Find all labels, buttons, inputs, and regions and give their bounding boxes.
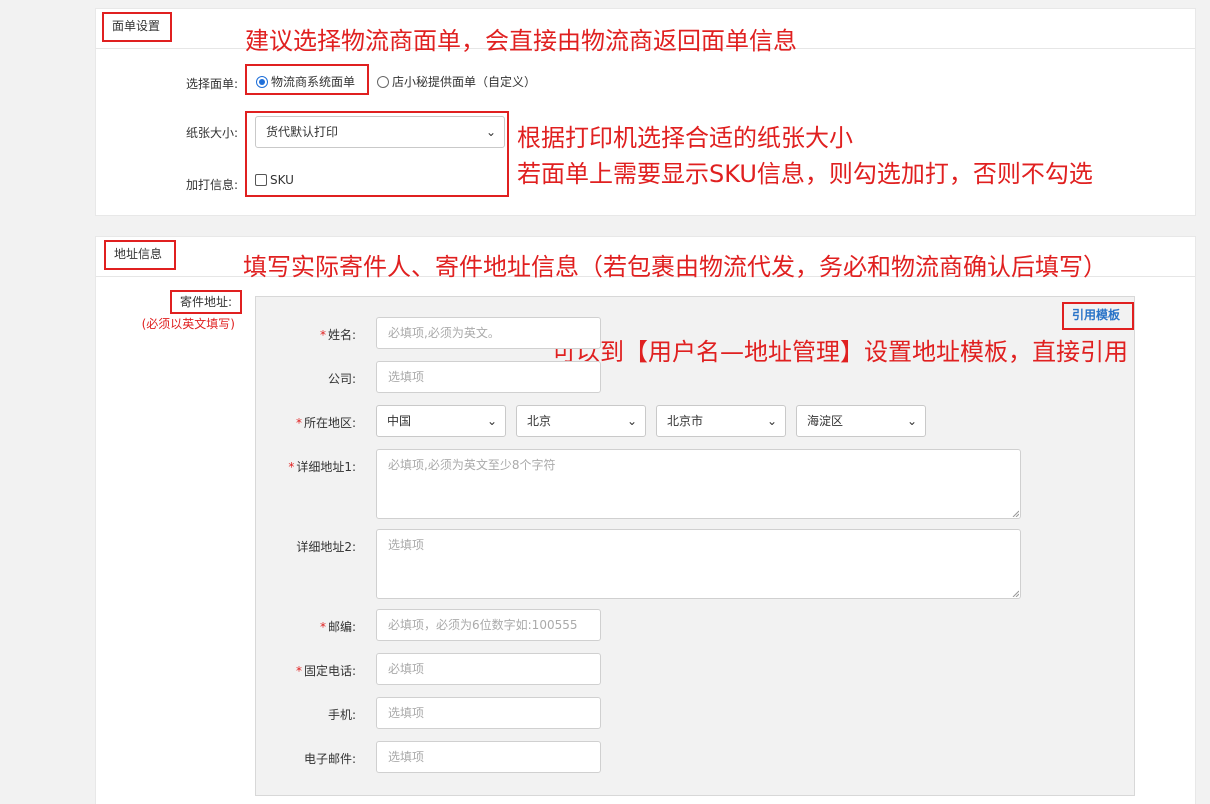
address-section-title: 地址信息 <box>104 240 176 270</box>
dianxiaomi-waybill-label: 店小秘提供面单（自定义） <box>392 75 537 89</box>
checkbox-icon[interactable] <box>255 174 267 186</box>
carrier-waybill-label: 物流商系统面单 <box>271 75 356 89</box>
region-label: * 所在地区: <box>295 416 356 430</box>
chevron-down-icon: ⌄ <box>906 414 917 428</box>
carrier-waybill-radio[interactable]: 物流商系统面单 <box>256 73 355 90</box>
district-value: 海淀区 <box>807 414 844 428</box>
waybill-section-title: 面单设置 <box>102 12 172 42</box>
paper-size-value: 货代默认打印 <box>266 125 339 139</box>
phone-label-text: 固定电话: <box>303 664 356 678</box>
sku-checkbox-label: SKU <box>270 173 294 187</box>
name-label: * 姓名: <box>319 328 356 342</box>
address1-textarea[interactable]: 必填项,必须为英文至少8个字符 <box>376 449 1021 519</box>
country-select[interactable]: 中国 ⌄ <box>376 405 506 437</box>
address2-placeholder: 选填项 <box>388 538 425 552</box>
paper-size-select[interactable]: 货代默认打印 ⌄ <box>255 116 505 148</box>
mobile-input[interactable]: 选填项 <box>376 697 601 729</box>
sender-english-note: (必须以英文填写) <box>141 317 235 331</box>
resize-handle-icon[interactable] <box>1011 589 1019 597</box>
address2-textarea[interactable]: 选填项 <box>376 529 1021 599</box>
annotation-select-waybill: 建议选择物流商面单，会直接由物流商返回面单信息 <box>245 27 797 55</box>
paper-size-label: 纸张大小: <box>185 126 238 140</box>
chevron-down-icon: ⌄ <box>626 414 637 428</box>
mobile-label: 手机: <box>327 708 356 722</box>
country-value: 中国 <box>387 414 412 428</box>
address1-label: * 详细地址1: <box>288 460 356 474</box>
phone-input[interactable]: 必填项 <box>376 653 601 685</box>
phone-label: * 固定电话: <box>295 664 356 678</box>
zip-input[interactable]: 必填项，必须为6位数字如:100555 <box>376 609 601 641</box>
dianxiaomi-waybill-radio[interactable]: 店小秘提供面单（自定义） <box>377 73 536 90</box>
resize-handle-icon[interactable] <box>1011 509 1019 517</box>
address1-label-text: 详细地址1: <box>296 460 356 474</box>
name-input[interactable]: 必填项,必须为英文。 <box>376 317 601 349</box>
sender-address-text: 寄件地址: <box>179 295 233 309</box>
annotation-sku-print: 若面单上需要显示SKU信息，则勾选加打，否则不勾选 <box>517 160 1093 188</box>
zip-label: * 邮编: <box>319 620 356 634</box>
chevron-down-icon: ⌄ <box>766 414 777 428</box>
region-label-text: 所在地区: <box>303 416 356 430</box>
address2-label: 详细地址2: <box>296 540 356 554</box>
radio-unselected-icon[interactable] <box>377 76 389 88</box>
zip-label-text: 邮编: <box>327 620 356 634</box>
sku-checkbox[interactable]: SKU <box>255 173 294 187</box>
annotation-template: 可以到【用户名—地址管理】设置地址模板，直接引用 <box>552 338 1128 366</box>
annotation-paper-size: 根据打印机选择合适的纸张大小 <box>517 124 853 152</box>
use-template-button[interactable]: 引用模板 <box>1062 302 1134 330</box>
radio-selected-icon[interactable] <box>256 76 268 88</box>
district-select[interactable]: 海淀区 ⌄ <box>796 405 926 437</box>
address1-placeholder: 必填项,必须为英文至少8个字符 <box>388 458 556 472</box>
province-value: 北京 <box>527 414 552 428</box>
annotation-fill-sender: 填写实际寄件人、寄件地址信息（若包裹由物流代发，务必和物流商确认后填写） <box>243 253 1107 281</box>
extra-print-label: 加打信息: <box>185 178 238 192</box>
sender-address-label: 寄件地址: <box>170 290 242 314</box>
province-select[interactable]: 北京 ⌄ <box>516 405 646 437</box>
company-label: 公司: <box>327 372 356 386</box>
company-input[interactable]: 选填项 <box>376 361 601 393</box>
email-input[interactable]: 选填项 <box>376 741 601 773</box>
chevron-down-icon: ⌄ <box>485 125 496 139</box>
city-value: 北京市 <box>667 414 704 428</box>
chevron-down-icon: ⌄ <box>486 414 497 428</box>
city-select[interactable]: 北京市 ⌄ <box>656 405 786 437</box>
name-label-text: 姓名: <box>327 328 356 342</box>
email-label: 电子邮件: <box>303 752 356 766</box>
select-waybill-label: 选择面单: <box>185 77 238 91</box>
